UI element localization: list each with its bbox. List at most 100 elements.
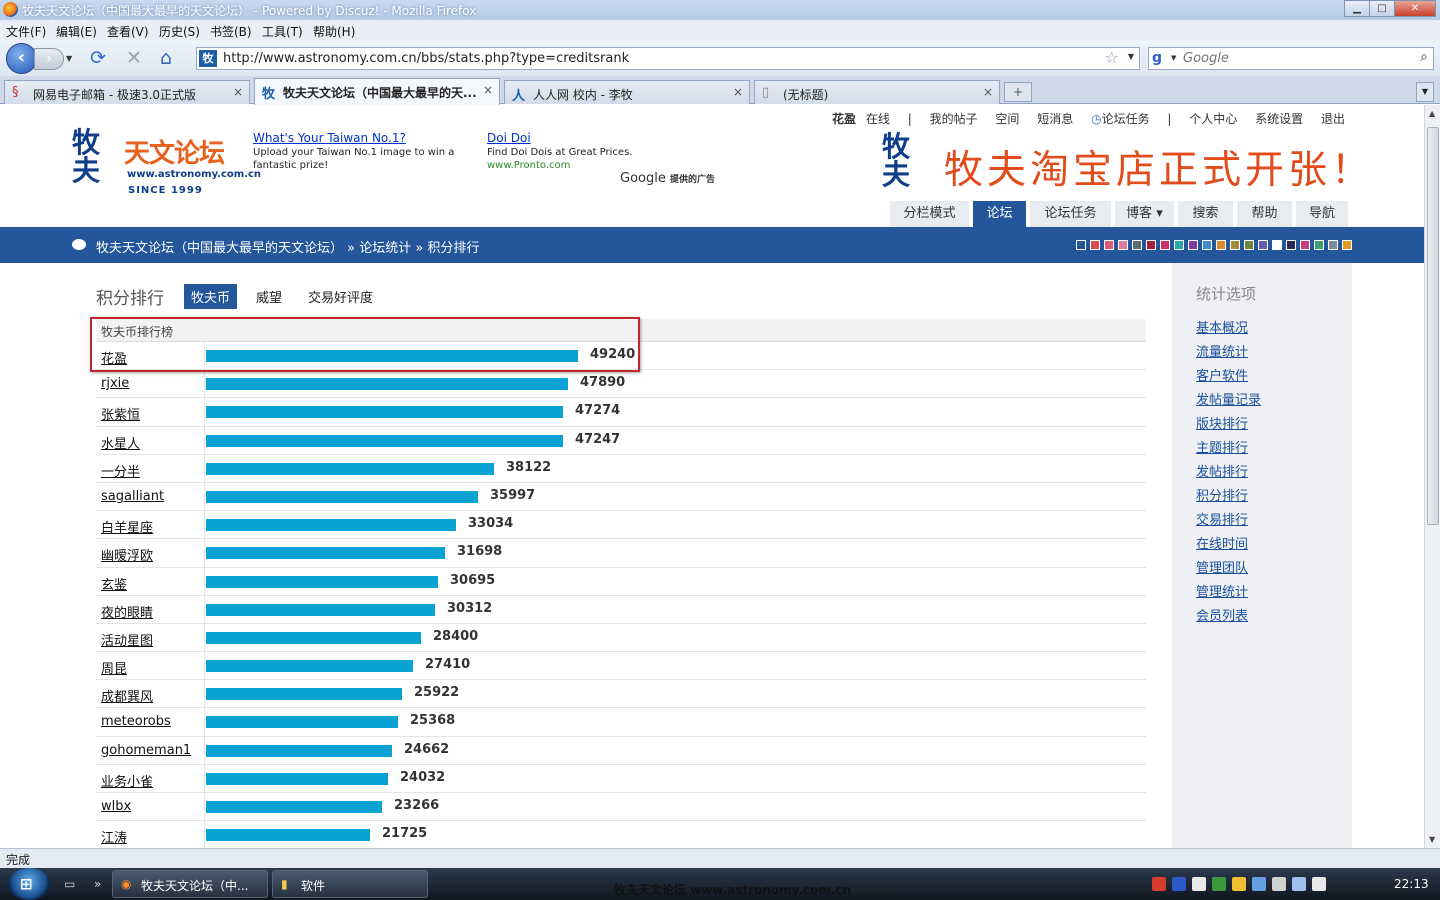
theme-swatch[interactable]: [1216, 240, 1226, 250]
logout-link[interactable]: 退出: [1321, 112, 1345, 126]
tray-icon[interactable]: [1232, 877, 1246, 891]
site-identity-icon[interactable]: 牧: [199, 50, 217, 67]
ranking-user-link[interactable]: 江涛: [101, 827, 127, 846]
sidebar-link[interactable]: 版块排行: [1196, 413, 1261, 437]
theme-swatch[interactable]: [1342, 240, 1352, 250]
my-posts-link[interactable]: 我的帖子: [930, 112, 978, 126]
tab-close-icon[interactable]: ×: [733, 85, 743, 99]
tray-icon[interactable]: [1252, 877, 1266, 891]
nav-split-mode[interactable]: 分栏模式: [890, 201, 969, 227]
ranking-user-link[interactable]: 一分半: [101, 461, 140, 480]
ranking-user-link[interactable]: 夜的眼睛: [101, 602, 153, 621]
ranking-user-link[interactable]: 张紫恒: [101, 404, 140, 423]
sidebar-link[interactable]: 流量统计: [1196, 341, 1261, 365]
tab-close-icon[interactable]: ×: [483, 83, 493, 97]
nav-help[interactable]: 帮助: [1237, 201, 1292, 227]
theme-swatch[interactable]: [1174, 240, 1184, 250]
theme-swatch[interactable]: [1202, 240, 1212, 250]
tray-icon[interactable]: [1192, 877, 1206, 891]
username-link[interactable]: 花盈: [832, 112, 856, 126]
sidebar-link[interactable]: 基本概况: [1196, 317, 1261, 341]
sidebar-link[interactable]: 会员列表: [1196, 605, 1261, 629]
sidebar-link[interactable]: 主题排行: [1196, 437, 1261, 461]
ranking-user-link[interactable]: 周昆: [101, 658, 127, 677]
url-input[interactable]: [223, 50, 1093, 67]
nav-blog[interactable]: 博客 ▾: [1115, 201, 1174, 227]
theme-swatch[interactable]: [1286, 240, 1296, 250]
scroll-down-icon[interactable]: ▼: [1429, 835, 1435, 844]
home-icon[interactable]: ⌂: [160, 48, 172, 68]
scrollbar-thumb[interactable]: [1427, 127, 1439, 525]
theme-swatch[interactable]: [1090, 240, 1100, 250]
ranking-user-link[interactable]: 水星人: [101, 433, 140, 452]
theme-swatch[interactable]: [1188, 240, 1198, 250]
forum-tasks-link[interactable]: ◷论坛任务: [1091, 112, 1150, 126]
theme-swatch[interactable]: [1272, 240, 1282, 250]
sidebar-link[interactable]: 发帖量记录: [1196, 389, 1261, 413]
back-button[interactable]: ‹: [6, 43, 37, 74]
sidebar-link[interactable]: 在线时间: [1196, 533, 1261, 557]
theme-swatch[interactable]: [1328, 240, 1338, 250]
menu-bookmarks[interactable]: 书签(B): [210, 23, 252, 40]
ranking-user-link[interactable]: 玄鉴: [101, 574, 127, 593]
url-dropdown-icon[interactable]: ▼: [1128, 52, 1134, 61]
tab-prestige[interactable]: 威望: [249, 284, 289, 309]
ranking-user-link[interactable]: meteorobs: [101, 714, 171, 729]
ranking-user-link[interactable]: 成都巽风: [101, 686, 153, 705]
vertical-scrollbar[interactable]: ▲ ▼: [1424, 105, 1440, 848]
stop-icon[interactable]: ✕: [126, 48, 142, 68]
taobao-banner[interactable]: 牧夫 牧夫淘宝店正式开张！: [882, 131, 1370, 197]
search-icon[interactable]: ⌕: [1420, 49, 1428, 65]
theme-swatch[interactable]: [1258, 240, 1268, 250]
search-input[interactable]: [1183, 50, 1403, 67]
forward-button[interactable]: ›: [34, 48, 64, 70]
menu-file[interactable]: 文件(F): [6, 23, 46, 40]
tab-coins[interactable]: 牧夫币: [184, 283, 238, 309]
theme-swatch[interactable]: [1076, 240, 1086, 250]
settings-link[interactable]: 系统设置: [1255, 112, 1303, 126]
tab-close-icon[interactable]: ×: [233, 85, 243, 99]
theme-swatch[interactable]: [1118, 240, 1128, 250]
menu-history[interactable]: 历史(S): [159, 23, 200, 40]
tab-close-icon[interactable]: ×: [983, 85, 993, 99]
sidebar-link[interactable]: 积分排行: [1196, 485, 1261, 509]
tab-untitled[interactable]: ▯ (无标题) ×: [754, 80, 1000, 104]
theme-swatch[interactable]: [1146, 240, 1156, 250]
user-center-link[interactable]: 个人中心: [1189, 112, 1237, 126]
quicklaunch-chevron-icon[interactable]: »: [94, 877, 101, 891]
google-engine-icon[interactable]: g: [1152, 50, 1169, 67]
theme-swatch[interactable]: [1300, 240, 1310, 250]
start-button[interactable]: ⊞: [8, 868, 50, 900]
tray-icon[interactable]: [1212, 877, 1226, 891]
menu-help[interactable]: 帮助(H): [313, 23, 355, 40]
ranking-user-link[interactable]: gohomeman1: [101, 743, 191, 758]
taskbar-item-folder[interactable]: ▮ 软件: [272, 870, 428, 898]
engine-dropdown-icon[interactable]: ▼: [1171, 54, 1176, 62]
nav-forum[interactable]: 论坛: [973, 201, 1026, 227]
tab-trade-rating[interactable]: 交易好评度: [301, 284, 380, 309]
tab-renren[interactable]: 人 人人网 校内 - 李牧 ×: [504, 80, 750, 104]
taskbar-item-firefox[interactable]: ◉ 牧夫天文论坛（中...: [112, 870, 268, 898]
tray-icon[interactable]: [1152, 877, 1166, 891]
ranking-user-link[interactable]: 活动星图: [101, 630, 153, 649]
theme-swatch[interactable]: [1230, 240, 1240, 250]
search-bar[interactable]: g ▼ ⌕: [1148, 47, 1434, 70]
ranking-user-link[interactable]: wlbx: [101, 799, 131, 814]
clock[interactable]: 22:13: [1394, 877, 1429, 891]
menu-edit[interactable]: 编辑(E): [56, 23, 97, 40]
bookmark-star-icon[interactable]: ☆: [1105, 48, 1119, 67]
google-ads-label[interactable]: Google 提供的广告: [620, 171, 715, 186]
theme-swatch[interactable]: [1314, 240, 1324, 250]
menu-view[interactable]: 查看(V): [107, 23, 149, 40]
new-tab-button[interactable]: +: [1004, 82, 1032, 102]
tray-icon[interactable]: [1292, 877, 1306, 891]
ranking-user-link[interactable]: 业务小雀: [101, 771, 153, 790]
history-dropdown-icon[interactable]: ▼: [66, 54, 72, 63]
theme-swatch[interactable]: [1160, 240, 1170, 250]
google-ad-1[interactable]: What's Your Taiwan No.1? Upload your Tai…: [253, 132, 463, 172]
theme-swatch[interactable]: [1244, 240, 1254, 250]
sidebar-link[interactable]: 管理统计: [1196, 581, 1261, 605]
theme-swatch[interactable]: [1132, 240, 1142, 250]
ad-title[interactable]: What's Your Taiwan No.1?: [253, 132, 463, 145]
ad-url[interactable]: www.Pronto.com: [487, 160, 570, 171]
